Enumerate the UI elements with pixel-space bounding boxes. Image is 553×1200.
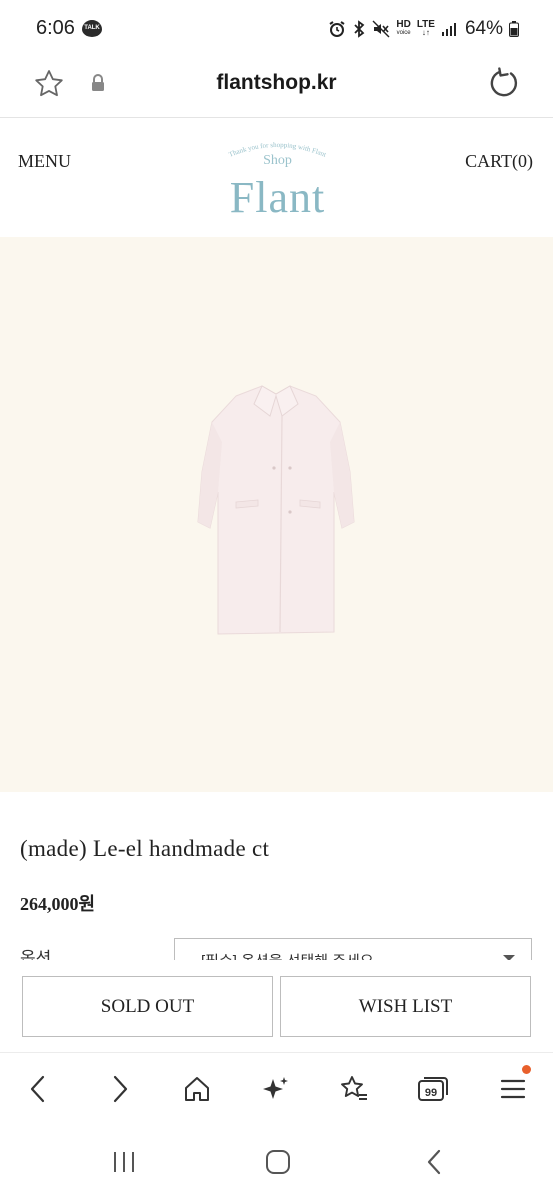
battery-icon xyxy=(509,21,519,37)
option-select[interactable]: [필수] 옵션을 선택해 주세요 xyxy=(174,938,532,960)
option-row: 옵션 [필수] 옵션을 선택해 주세요 xyxy=(0,936,553,960)
back-icon[interactable] xyxy=(18,1069,58,1109)
bookmarks-icon[interactable] xyxy=(334,1069,374,1109)
browser-url-bar: flantshop.kr xyxy=(0,58,553,118)
forward-icon[interactable] xyxy=(100,1069,140,1109)
tabs-icon[interactable]: 99 xyxy=(413,1069,453,1109)
lte-icon: LTE ↓↑ xyxy=(416,19,435,37)
logo-main-text: Flant xyxy=(229,173,326,222)
home-button-icon[interactable] xyxy=(258,1146,298,1178)
battery-percent: 64% xyxy=(464,18,503,39)
browser-bottom-nav: 99 xyxy=(0,1052,553,1126)
status-icons: HD voice LTE ↓↑ 64% xyxy=(328,16,519,42)
kakaotalk-icon: TALK xyxy=(82,20,102,37)
menu-button[interactable]: MENU xyxy=(18,151,71,172)
product-image[interactable] xyxy=(0,237,553,792)
bluetooth-icon xyxy=(354,20,365,38)
product-price: 264,000원 xyxy=(20,894,96,914)
svg-text:99: 99 xyxy=(425,1087,437,1099)
site-logo[interactable]: Thank you for shopping with Flant Shop F… xyxy=(215,131,340,227)
logo-shop-text: Shop xyxy=(263,153,292,168)
android-back-icon[interactable] xyxy=(414,1146,454,1178)
option-select-value: [필수] 옵션을 선택해 주세요 xyxy=(201,950,374,960)
product-name: (made) Le-el handmade ct xyxy=(20,836,270,861)
cart-button[interactable]: CART(0) xyxy=(465,151,533,172)
sold-out-button[interactable]: SOLD OUT xyxy=(22,976,273,1037)
option-label: 옵션 xyxy=(20,949,52,960)
status-time: 6:06 xyxy=(36,17,75,39)
site-header: MENU Thank you for shopping with Flant S… xyxy=(0,119,553,237)
home-icon[interactable] xyxy=(177,1069,217,1109)
alarm-icon xyxy=(329,21,345,37)
signal-icon xyxy=(441,23,456,36)
coat-illustration xyxy=(197,385,355,635)
product-action-bar: SOLD OUT WISH LIST xyxy=(0,960,553,1052)
hd-voice-icon: HD voice xyxy=(396,19,411,37)
reload-icon[interactable] xyxy=(489,67,519,104)
menu-icon[interactable] xyxy=(493,1065,533,1109)
status-bar: 6:06 TALK HD voice LTE ↓↑ 64% xyxy=(0,0,553,58)
recent-apps-icon[interactable] xyxy=(104,1146,144,1178)
notification-dot xyxy=(522,1065,531,1074)
wish-list-button[interactable]: WISH LIST xyxy=(280,976,531,1037)
sparkle-icon[interactable] xyxy=(256,1069,296,1109)
android-nav-bar xyxy=(0,1126,553,1200)
mute-icon xyxy=(372,20,390,38)
url-address[interactable]: flantshop.kr xyxy=(0,71,553,95)
